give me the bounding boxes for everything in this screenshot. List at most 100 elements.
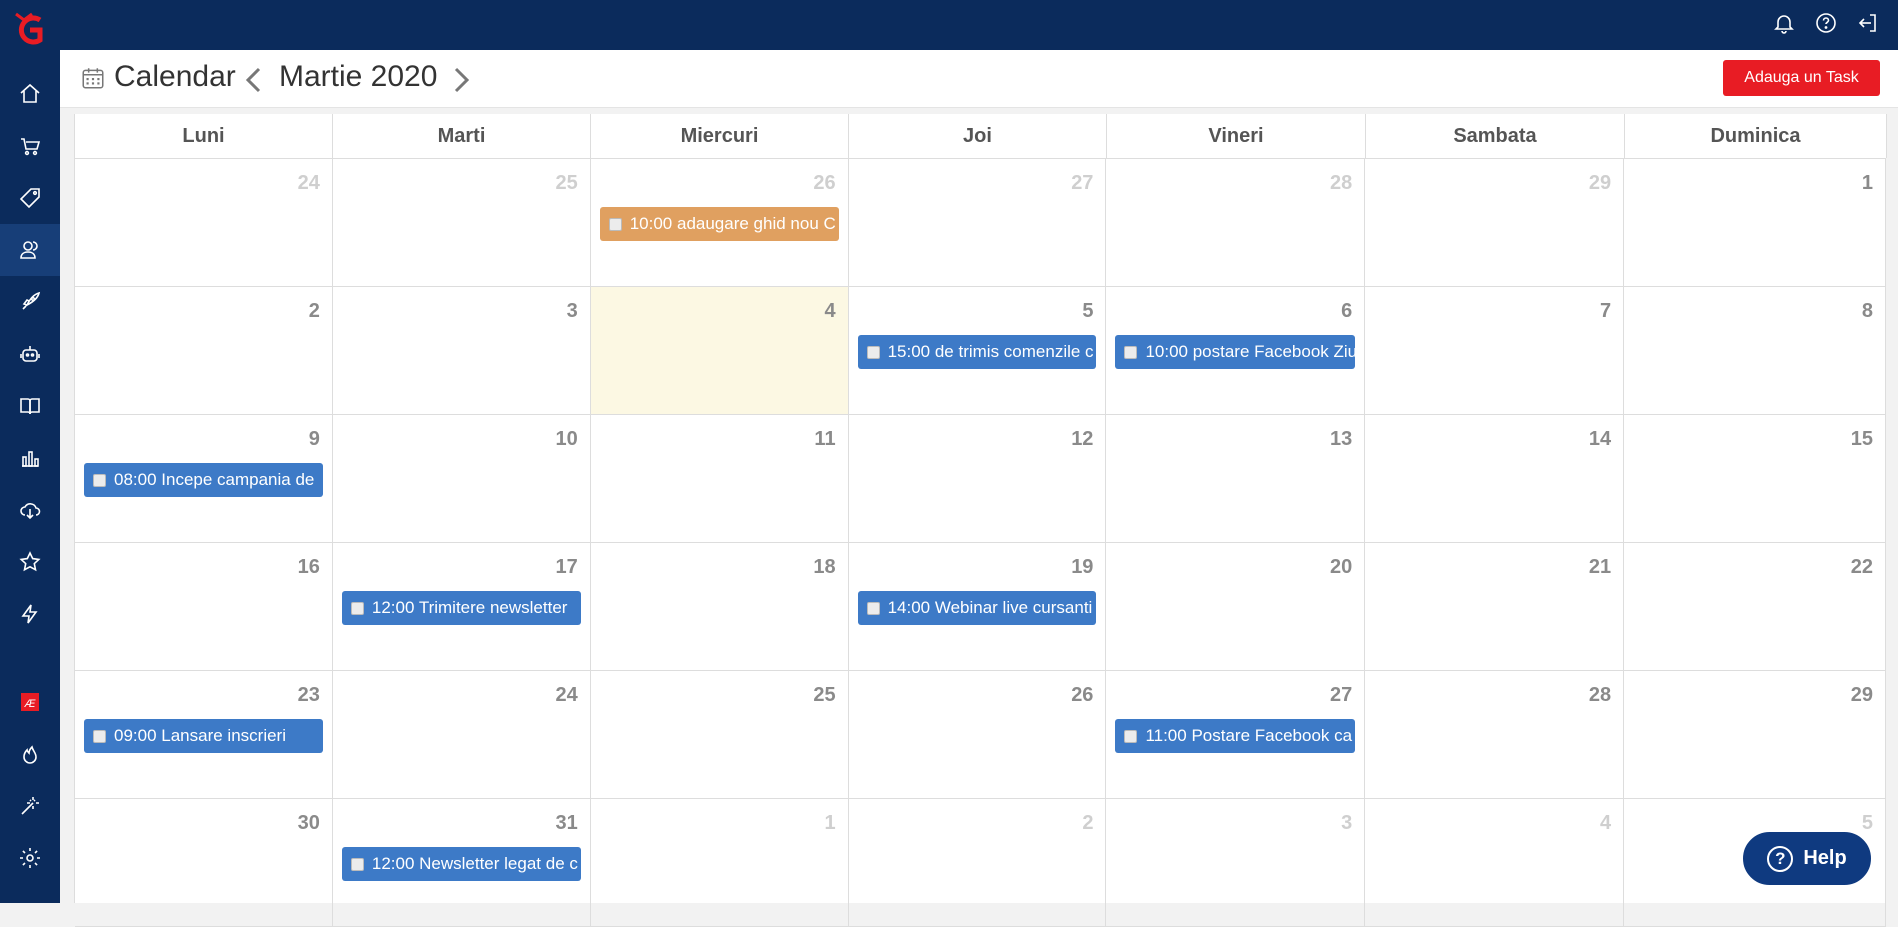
day-cell[interactable]: 4 <box>590 287 849 414</box>
day-cell[interactable]: 10 <box>333 415 591 542</box>
event-checkbox[interactable] <box>1124 729 1138 743</box>
day-cell[interactable]: 28 <box>1365 671 1625 798</box>
ae-logo-icon[interactable]: Æ <box>0 676 60 728</box>
day-cell[interactable]: 7 <box>1365 287 1625 414</box>
day-cell[interactable]: 27 <box>849 159 1107 286</box>
page-title: Calendar <box>114 60 236 93</box>
calendar-event[interactable]: 14:00 Webinar live cursanti <box>857 591 1097 625</box>
calendar-event[interactable]: 09:00 Lansare inscrieri <box>84 719 323 753</box>
day-cell[interactable]: 17 12:00 Trimitere newsletter <box>333 543 591 670</box>
day-number: 4 <box>1600 812 1612 834</box>
magic-wand-icon[interactable] <box>0 780 60 832</box>
day-cell[interactable]: 28 <box>1106 159 1366 286</box>
day-number: 26 <box>813 172 836 194</box>
calendar-event[interactable]: 08:00 Incepe campania de <box>84 463 323 497</box>
day-cell[interactable]: 30 <box>75 799 333 926</box>
rocket-icon[interactable] <box>0 276 60 328</box>
robot-icon[interactable] <box>0 328 60 380</box>
day-cell[interactable]: 11 <box>591 415 849 542</box>
help-circle-icon[interactable] <box>1814 11 1838 40</box>
day-cell[interactable]: 24 <box>333 671 591 798</box>
app-logo[interactable] <box>0 0 60 60</box>
calendar-event[interactable]: 12:00 Newsletter legat de c <box>341 847 581 881</box>
event-checkbox[interactable] <box>866 601 880 615</box>
event-checkbox[interactable] <box>608 217 622 231</box>
day-number: 3 <box>1341 812 1353 834</box>
day-cell[interactable]: 18 <box>591 543 849 670</box>
home-icon[interactable] <box>0 68 60 120</box>
week-row: 9 08:00 Incepe campania de 10 11 12 13 14 15 <box>75 415 1887 543</box>
event-checkbox[interactable] <box>93 729 106 743</box>
day-number: 1 <box>824 812 836 834</box>
day-cell[interactable]: 26 <box>849 671 1107 798</box>
chart-icon[interactable] <box>0 432 60 484</box>
next-month-icon[interactable] <box>450 66 472 99</box>
day-cell[interactable]: 24 <box>75 159 333 286</box>
cloud-download-icon[interactable] <box>0 484 60 536</box>
day-number: 23 <box>297 684 320 706</box>
add-task-button[interactable]: Adauga un Task <box>1723 60 1880 96</box>
calendar-event[interactable]: 12:00 Trimitere newsletter <box>341 591 581 625</box>
event-label: 09:00 Lansare inscrieri <box>114 726 286 745</box>
day-cell[interactable]: 15 <box>1624 415 1887 542</box>
help-button[interactable]: ? Help <box>1740 829 1874 888</box>
day-cell[interactable]: 21 <box>1365 543 1625 670</box>
cart-icon[interactable] <box>0 120 60 172</box>
day-cell[interactable]: 19 14:00 Webinar live cursanti <box>849 543 1107 670</box>
event-checkbox[interactable] <box>350 857 364 871</box>
day-cell[interactable]: 22 <box>1624 543 1887 670</box>
calendar-event[interactable]: 10:00 adaugare ghid nou C <box>599 207 839 241</box>
lightning-icon[interactable] <box>0 588 60 640</box>
day-cell[interactable]: 29 <box>1624 671 1887 798</box>
event-label: 14:00 Webinar live cursanti <box>887 598 1093 617</box>
calendar-event[interactable]: 15:00 de trimis comenzile c <box>857 335 1097 369</box>
book-icon[interactable] <box>0 380 60 432</box>
day-cell[interactable]: 9 08:00 Incepe campania de <box>75 415 333 542</box>
day-cell[interactable]: 16 <box>75 543 333 670</box>
day-cell[interactable]: 26 10:00 adaugare ghid nou C <box>591 159 849 286</box>
day-cell[interactable]: 1 <box>1624 159 1887 286</box>
day-number: 29 <box>1850 684 1874 706</box>
logout-icon[interactable] <box>1856 11 1880 40</box>
settings-icon[interactable] <box>0 832 60 884</box>
bell-icon[interactable] <box>1772 11 1796 40</box>
day-cell[interactable]: 1 <box>591 799 849 926</box>
day-cell[interactable]: 13 <box>1106 415 1366 542</box>
event-checkbox[interactable] <box>866 345 880 359</box>
event-checkbox[interactable] <box>1124 345 1138 359</box>
day-cell[interactable]: 3 <box>333 287 591 414</box>
day-number: 2 <box>1082 812 1094 834</box>
day-number: 4 <box>824 300 836 322</box>
day-cell[interactable]: 12 <box>849 415 1107 542</box>
day-cell[interactable]: 25 <box>333 159 591 286</box>
day-cell[interactable]: 29 <box>1365 159 1625 286</box>
star-icon[interactable] <box>0 536 60 588</box>
help-circle-icon: ? <box>1767 845 1794 872</box>
calendar-event[interactable]: 11:00 Postare Facebook ca <box>1115 719 1356 753</box>
event-label: 10:00 postare Facebook Ziu <box>1145 342 1356 361</box>
day-number: 11 <box>814 428 836 450</box>
day-cell[interactable]: 2 <box>849 799 1107 926</box>
users-icon[interactable] <box>0 224 60 276</box>
event-checkbox[interactable] <box>93 473 106 487</box>
week-row: 23 09:00 Lansare inscrieri 24 25 26 27 11:00 P… <box>75 671 1887 799</box>
prev-month-icon[interactable] <box>243 66 265 99</box>
day-cell[interactable]: 14 <box>1365 415 1625 542</box>
day-cell[interactable]: 3 <box>1106 799 1366 926</box>
day-cell[interactable]: 23 09:00 Lansare inscrieri <box>75 671 333 798</box>
tag-icon[interactable] <box>0 172 60 224</box>
day-cell[interactable]: 27 11:00 Postare Facebook ca <box>1106 671 1366 798</box>
day-cell[interactable]: 31 12:00 Newsletter legat de c <box>333 799 591 926</box>
calendar-event[interactable]: 10:00 postare Facebook Ziu <box>1115 335 1356 369</box>
fire-icon[interactable] <box>0 728 60 780</box>
weekday-header: Vineri <box>1107 114 1366 158</box>
day-cell[interactable]: 5 15:00 de trimis comenzile c <box>849 287 1107 414</box>
day-cell[interactable]: 6 10:00 postare Facebook Ziu <box>1106 287 1366 414</box>
day-cell[interactable]: 2 <box>75 287 333 414</box>
day-cell[interactable]: 8 <box>1624 287 1887 414</box>
day-number: 21 <box>1588 556 1612 578</box>
day-cell[interactable]: 25 <box>591 671 849 798</box>
day-cell[interactable]: 20 <box>1106 543 1366 670</box>
event-checkbox[interactable] <box>350 601 364 615</box>
day-cell[interactable]: 4 <box>1365 799 1625 926</box>
